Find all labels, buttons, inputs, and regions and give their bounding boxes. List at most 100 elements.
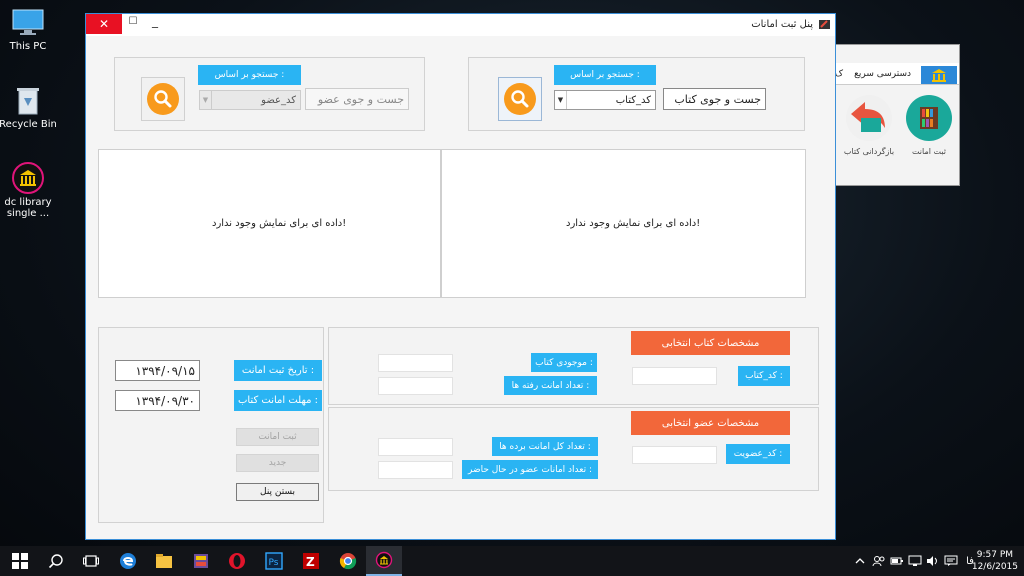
app-window-icon (818, 18, 831, 31)
ribbon-tab-home[interactable] (921, 66, 957, 84)
loan-date-label: تاریخ ثبت امانت : (234, 360, 322, 381)
member-search-input[interactable]: جست و جوی عضو (305, 88, 409, 110)
loan-due-input[interactable]: ۱۳۹۴/۰۹/۳۰ (115, 390, 200, 411)
loan-date-input[interactable]: ۱۳۹۴/۰۹/۱۵ (115, 360, 200, 381)
clock-date: 12/6/2015 (971, 562, 1018, 572)
book-search-input[interactable]: جست و جوی کتاب (663, 88, 766, 110)
member-search-button[interactable] (141, 77, 185, 121)
svg-text:Z: Z (306, 555, 315, 569)
book-stock-label: موجودی کتاب : (531, 353, 597, 372)
loan-panel-window: ✕ ☐ _ پنل ثبت امانات جستجو بر اساس : جست… (85, 13, 836, 540)
monitor-icon (10, 6, 46, 38)
start-button[interactable] (2, 546, 38, 576)
ribbon-tab-quick-access[interactable]: دسترسی سریع (854, 69, 911, 79)
book-results-grid[interactable]: داده ای برای نمایش وجود ندارد! (441, 149, 806, 298)
opera-taskbar-button[interactable] (219, 546, 255, 576)
member-results-grid[interactable]: داده ای برای نمایش وجود ندارد! (98, 149, 441, 298)
book-search-panel: جستجو بر اساس : جست و جوی کتاب ▼ کد_کتاب (468, 57, 805, 131)
desktop-icon-label: Recycle Bin (0, 119, 57, 130)
book-grid-empty-message: داده ای برای نمایش وجود ندارد! (566, 218, 701, 229)
desktop-icon-label: dc library single ... (4, 197, 52, 219)
book-search-field-select[interactable]: ▼ کد_کتاب (554, 90, 656, 110)
new-loan-button[interactable]: جدید (236, 454, 319, 472)
ribbon-tabs: ک دسترسی سریع (833, 63, 959, 85)
book-details-panel: مشخصات کتاب انتخابی موجودی کتاب : تعداد … (328, 327, 819, 405)
book-loaned-count-field (378, 377, 453, 395)
windows-logo-icon (12, 553, 28, 569)
member-search-by-label: جستجو بر اساس : (198, 65, 301, 85)
background-app-window[interactable]: ک دسترسی سریع ثبت امانت بازگردانی کتاب (832, 44, 960, 186)
register-loan-button[interactable]: ثبت امانت (236, 428, 319, 446)
book-stock-field (378, 354, 453, 372)
ribbon-button-label: بازگردانی کتاب (843, 147, 895, 156)
book-code-field (632, 367, 717, 385)
book-details-header: مشخصات کتاب انتخابی (631, 331, 790, 355)
member-current-loans-field (378, 461, 453, 479)
photoshop-taskbar-button[interactable]: Ps (256, 546, 292, 576)
clock-time: 9:57 PM (976, 550, 1014, 560)
desktop-icon-label: This PC (9, 41, 47, 52)
taskbar: Ps Z فا 9:57 PM 12/6/2015 (0, 546, 1024, 576)
book-search-by-label: جستجو بر اساس : (554, 65, 656, 85)
book-code-label: کد_کتاب : (738, 366, 790, 386)
minimize-window-button[interactable]: _ (146, 14, 164, 30)
svg-text:Ps: Ps (269, 558, 279, 568)
chevron-down-icon[interactable]: ▼ (555, 91, 567, 109)
close-window-button[interactable]: ✕ (86, 14, 122, 34)
return-book-ribbon-button[interactable]: بازگردانی کتاب (841, 95, 897, 156)
member-code-field (632, 446, 717, 464)
close-panel-button[interactable]: بستن پنل (236, 483, 319, 501)
window-title: پنل ثبت امانات (751, 19, 813, 30)
people-tray-icon[interactable] (870, 546, 888, 576)
volume-tray-icon[interactable] (924, 546, 942, 576)
tray-chevron-up-icon[interactable] (852, 546, 868, 576)
search-icon (504, 83, 536, 115)
search-icon (48, 554, 63, 569)
notification-tray-icon[interactable] (942, 546, 960, 576)
dc-library-taskbar-button[interactable] (366, 546, 402, 576)
opera-browser-icon (229, 553, 245, 569)
network-tray-icon[interactable] (906, 546, 924, 576)
chrome-browser-icon (339, 553, 357, 570)
member-search-field-value: کد_عضو (261, 94, 296, 106)
edge-taskbar-button[interactable] (110, 546, 146, 576)
folder-icon (156, 554, 172, 568)
desktop-icon-this-pc[interactable]: This PC (0, 6, 60, 52)
desktop-icon-recycle-bin[interactable]: Recycle Bin (0, 84, 60, 130)
member-search-panel: جستجو بر اساس : جست و جوی عضو ▼ کد_عضو (114, 57, 425, 131)
title-bar: ✕ ☐ _ پنل ثبت امانات (86, 14, 835, 36)
loan-due-label: مهلت امانت کتاب : (234, 390, 322, 411)
book-search-button[interactable] (498, 77, 542, 121)
ribbon-button-label: ثبت امانت (911, 147, 947, 156)
book-loaned-count-label: تعداد امانت رفته ها : (504, 376, 597, 395)
desktop-icon-dc-library[interactable]: dc library single ... (0, 162, 60, 219)
member-total-loans-label: تعداد کل امانت برده ها : (492, 437, 598, 456)
member-code-label: کد_عضویت : (726, 444, 790, 464)
task-view-icon (83, 555, 99, 567)
recycle-bin-icon (10, 84, 46, 116)
winrar-taskbar-button[interactable] (183, 546, 219, 576)
file-explorer-taskbar-button[interactable] (146, 546, 182, 576)
library-icon (10, 162, 46, 194)
ribbon-tab-cut[interactable]: ک (835, 69, 843, 79)
search-icon (147, 83, 179, 115)
chevron-down-icon[interactable]: ▼ (200, 91, 212, 109)
task-view-button[interactable] (73, 546, 109, 576)
chrome-taskbar-button[interactable] (330, 546, 366, 576)
library-tab-icon (932, 69, 946, 82)
member-search-field-select[interactable]: ▼ کد_عضو (199, 90, 301, 110)
books-shelf-icon (906, 95, 952, 141)
maximize-window-button[interactable]: ☐ (124, 16, 142, 32)
return-book-icon (846, 95, 892, 141)
power-tray-icon[interactable] (888, 546, 906, 576)
search-taskbar-button[interactable] (38, 546, 74, 576)
photoshop-icon: Ps (265, 552, 283, 570)
filezilla-taskbar-button[interactable]: Z (293, 546, 329, 576)
register-loan-ribbon-button[interactable]: ثبت امانت (901, 95, 957, 156)
member-details-header: مشخصات عضو انتخابی (631, 411, 790, 435)
member-details-panel: مشخصات عضو انتخابی تعداد کل امانت برده ه… (328, 407, 819, 491)
system-clock[interactable]: 9:57 PM 12/6/2015 (972, 549, 1018, 573)
member-grid-empty-message: داده ای برای نمایش وجود ندارد! (212, 218, 347, 229)
edge-browser-icon (120, 553, 136, 569)
loan-form-panel: تاریخ ثبت امانت : ۱۳۹۴/۰۹/۱۵ مهلت امانت … (98, 327, 324, 523)
